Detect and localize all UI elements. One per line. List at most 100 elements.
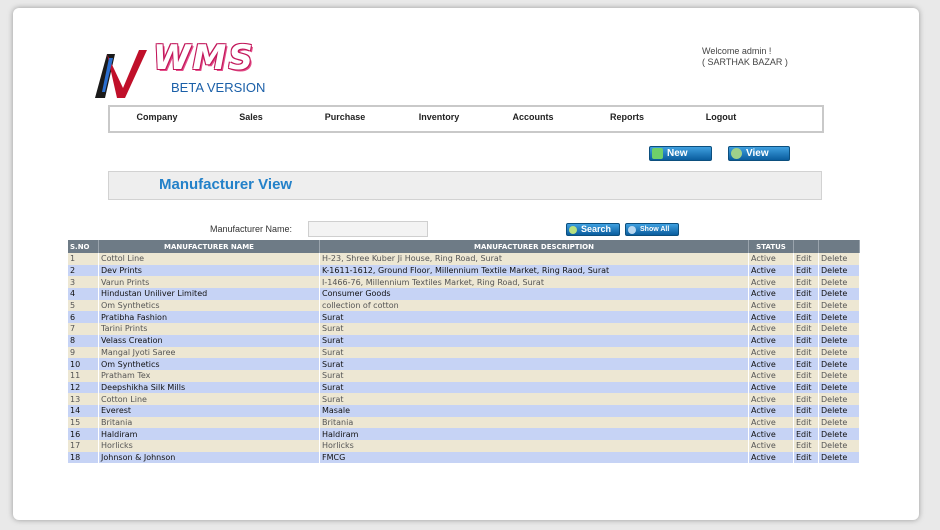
row-manufacturer-name: Britania <box>98 416 320 429</box>
delete-link[interactable]: Delete <box>818 288 860 300</box>
row-sno: 1 <box>68 253 99 265</box>
delete-link[interactable]: Delete <box>818 381 860 394</box>
manufacturer-name-input[interactable] <box>308 221 428 237</box>
row-manufacturer-name: Velass Creation <box>98 334 320 347</box>
delete-link[interactable]: Delete <box>818 451 860 464</box>
row-sno: 6 <box>68 311 99 324</box>
row-status: Active <box>748 299 794 312</box>
row-manufacturer-description: Surat <box>319 346 749 359</box>
header-edit <box>793 240 819 253</box>
delete-link[interactable]: Delete <box>818 358 860 370</box>
table-row: 17 Horlicks Horlicks Active Edit Delete <box>68 440 860 452</box>
edit-link[interactable]: Edit <box>793 334 819 347</box>
edit-link[interactable]: Edit <box>793 358 819 370</box>
row-manufacturer-name: Haldiram <box>98 428 320 440</box>
main-nav: Company Sales Purchase Inventory Account… <box>108 105 824 133</box>
title-bar: Manufacturer View <box>108 171 822 200</box>
row-status: Active <box>748 264 794 277</box>
view-button-label: View <box>746 148 769 159</box>
search-button[interactable]: Search <box>566 223 620 236</box>
row-sno: 12 <box>68 381 99 394</box>
row-manufacturer-description: Surat <box>319 358 749 370</box>
welcome-box: Welcome admin ! ( SARTHAK BAZAR ) <box>702 46 788 68</box>
view-button[interactable]: View <box>728 146 790 161</box>
row-sno: 18 <box>68 451 99 464</box>
table-row: 18 Johnson & Johnson FMCG Active Edit Delete <box>68 451 860 464</box>
edit-link[interactable]: Edit <box>793 323 819 335</box>
table-body: 1 Cottol Line H-23, Shree Kuber Ji House, … <box>68 253 860 464</box>
page-title: Manufacturer View <box>159 176 293 193</box>
delete-link[interactable]: Delete <box>818 416 860 429</box>
delete-link[interactable]: Delete <box>818 276 860 289</box>
row-manufacturer-description: Surat <box>319 311 749 324</box>
nav-purchase[interactable]: Purchase <box>298 107 392 131</box>
row-status: Active <box>748 323 794 335</box>
table-row: 15 Britania Britania Active Edit Delete <box>68 416 860 429</box>
row-status: Active <box>748 334 794 347</box>
row-manufacturer-description: Britania <box>319 416 749 429</box>
edit-link[interactable]: Edit <box>793 416 819 429</box>
row-manufacturer-name: Cottol Line <box>98 253 320 265</box>
nav-accounts[interactable]: Accounts <box>486 107 580 131</box>
edit-link[interactable]: Edit <box>793 381 819 394</box>
new-button[interactable]: New <box>649 146 712 161</box>
row-status: Active <box>748 358 794 370</box>
edit-link[interactable]: Edit <box>793 288 819 300</box>
edit-link[interactable]: Edit <box>793 369 819 382</box>
nav-sales[interactable]: Sales <box>204 107 298 131</box>
wms-logo: WMS BETA VERSION <box>93 38 283 102</box>
delete-link[interactable]: Delete <box>818 334 860 347</box>
edit-link[interactable]: Edit <box>793 451 819 464</box>
nav-company[interactable]: Company <box>110 107 204 131</box>
table-row: 11 Pratham Tex Surat Active Edit Delete <box>68 369 860 382</box>
row-manufacturer-description: K-1611-1612, Ground Floor, Millennium Te… <box>319 264 749 277</box>
row-manufacturer-description: Surat <box>319 334 749 347</box>
table-header-row: S.NO MANUFACTURER NAME MANUFACTURER DESC… <box>68 240 860 253</box>
row-manufacturer-name: Tarini Prints <box>98 323 320 335</box>
edit-link[interactable]: Edit <box>793 404 819 417</box>
show-all-button[interactable]: Show All <box>625 223 679 236</box>
row-manufacturer-name: Horlicks <box>98 440 320 452</box>
table-row: 2 Dev Prints K-1611-1612, Ground Floor, Mi… <box>68 264 860 277</box>
delete-link[interactable]: Delete <box>818 440 860 452</box>
edit-link[interactable]: Edit <box>793 264 819 277</box>
row-sno: 8 <box>68 334 99 347</box>
row-sno: 3 <box>68 276 99 289</box>
delete-link[interactable]: Delete <box>818 346 860 359</box>
row-status: Active <box>748 253 794 265</box>
nav-logout[interactable]: Logout <box>674 107 768 131</box>
delete-link[interactable]: Delete <box>818 323 860 335</box>
row-sno: 9 <box>68 346 99 359</box>
delete-link[interactable]: Delete <box>818 404 860 417</box>
row-status: Active <box>748 311 794 324</box>
delete-link[interactable]: Delete <box>818 299 860 312</box>
header-status: STATUS <box>748 240 794 253</box>
manufacturer-table: S.NO MANUFACTURER NAME MANUFACTURER DESC… <box>68 240 860 464</box>
table-row: 3 Varun Prints I-1466-76, Millennium Texti… <box>68 276 860 289</box>
show-all-icon <box>628 225 636 234</box>
edit-link[interactable]: Edit <box>793 311 819 324</box>
delete-link[interactable]: Delete <box>818 253 860 265</box>
nav-reports[interactable]: Reports <box>580 107 674 131</box>
row-manufacturer-description: Surat <box>319 381 749 394</box>
delete-link[interactable]: Delete <box>818 428 860 440</box>
row-manufacturer-description: H-23, Shree Kuber Ji House, Ring Road, S… <box>319 253 749 265</box>
delete-link[interactable]: Delete <box>818 393 860 405</box>
table-row: 8 Velass Creation Surat Active Edit Delete <box>68 334 860 347</box>
row-manufacturer-description: collection of cotton <box>319 299 749 312</box>
nav-inventory[interactable]: Inventory <box>392 107 486 131</box>
row-status: Active <box>748 428 794 440</box>
edit-link[interactable]: Edit <box>793 440 819 452</box>
row-sno: 11 <box>68 369 99 382</box>
edit-link[interactable]: Edit <box>793 428 819 440</box>
edit-link[interactable]: Edit <box>793 393 819 405</box>
delete-link[interactable]: Delete <box>818 264 860 277</box>
delete-link[interactable]: Delete <box>818 369 860 382</box>
edit-link[interactable]: Edit <box>793 253 819 265</box>
edit-link[interactable]: Edit <box>793 346 819 359</box>
edit-link[interactable]: Edit <box>793 299 819 312</box>
row-manufacturer-name: Cotton Line <box>98 393 320 405</box>
edit-link[interactable]: Edit <box>793 276 819 289</box>
delete-link[interactable]: Delete <box>818 311 860 324</box>
row-sno: 17 <box>68 440 99 452</box>
